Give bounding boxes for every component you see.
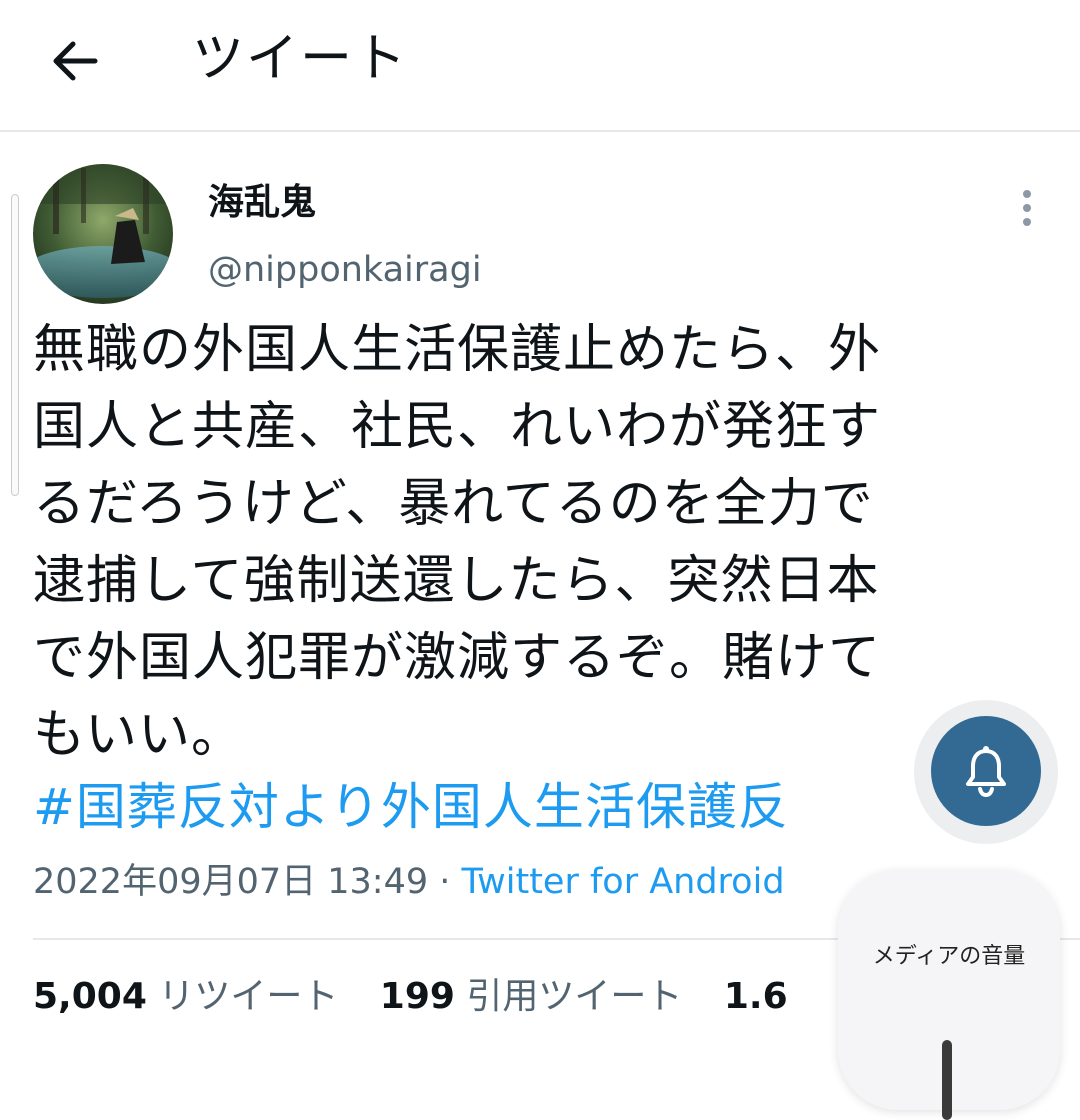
top-bar: ツイート xyxy=(0,0,1080,130)
quote-count-link[interactable]: 199 引用ツイート xyxy=(380,972,683,1022)
retweet-count: 5,004 xyxy=(33,976,147,1017)
quote-label: 引用ツイート xyxy=(466,976,683,1017)
display-name[interactable]: 海乱鬼 xyxy=(208,178,316,228)
hashtag-link[interactable]: #国葬反対より外国人生活保護反 xyxy=(33,772,933,842)
like-count: 1.6 xyxy=(723,976,788,1017)
retweet-count-link[interactable]: 5,004 リツイート xyxy=(33,972,338,1022)
user-handle[interactable]: @nipponkairagi xyxy=(208,245,482,295)
more-vertical-icon xyxy=(1023,190,1031,198)
source-link[interactable]: Twitter for Android xyxy=(462,862,785,902)
tweet-metadata: 2022年09月07日 13:49 · Twitter for Android xyxy=(33,858,785,906)
engagement-stats: 5,004 リツイート 199 引用ツイート 1.6 xyxy=(33,972,818,1022)
volume-label: メディアの音量 xyxy=(872,944,1026,969)
bell-icon xyxy=(966,746,1006,797)
tweet-timestamp[interactable]: 2022年09月07日 13:49 xyxy=(33,862,428,902)
page-title: ツイート xyxy=(192,29,409,89)
like-count-link[interactable]: 1.6 xyxy=(724,972,788,1022)
volume-slider[interactable] xyxy=(942,1040,952,1120)
tweet-text: 無職の外国人生活保護止めたら、外 国人と共産、社民、れいわが発狂す るだろうけど… xyxy=(33,320,882,765)
meta-separator: · xyxy=(428,862,462,902)
more-options-button[interactable] xyxy=(1010,186,1044,230)
avatar[interactable] xyxy=(33,164,173,304)
retweet-label: リツイート xyxy=(158,976,339,1017)
back-button[interactable] xyxy=(44,32,106,90)
header-divider xyxy=(0,130,1080,132)
media-volume-panel: メディアの音量 xyxy=(838,870,1060,1120)
arrow-left-icon xyxy=(53,41,98,81)
notification-button[interactable] xyxy=(931,716,1041,826)
quote-count: 199 xyxy=(379,976,455,1017)
scrollbar[interactable] xyxy=(11,194,19,496)
